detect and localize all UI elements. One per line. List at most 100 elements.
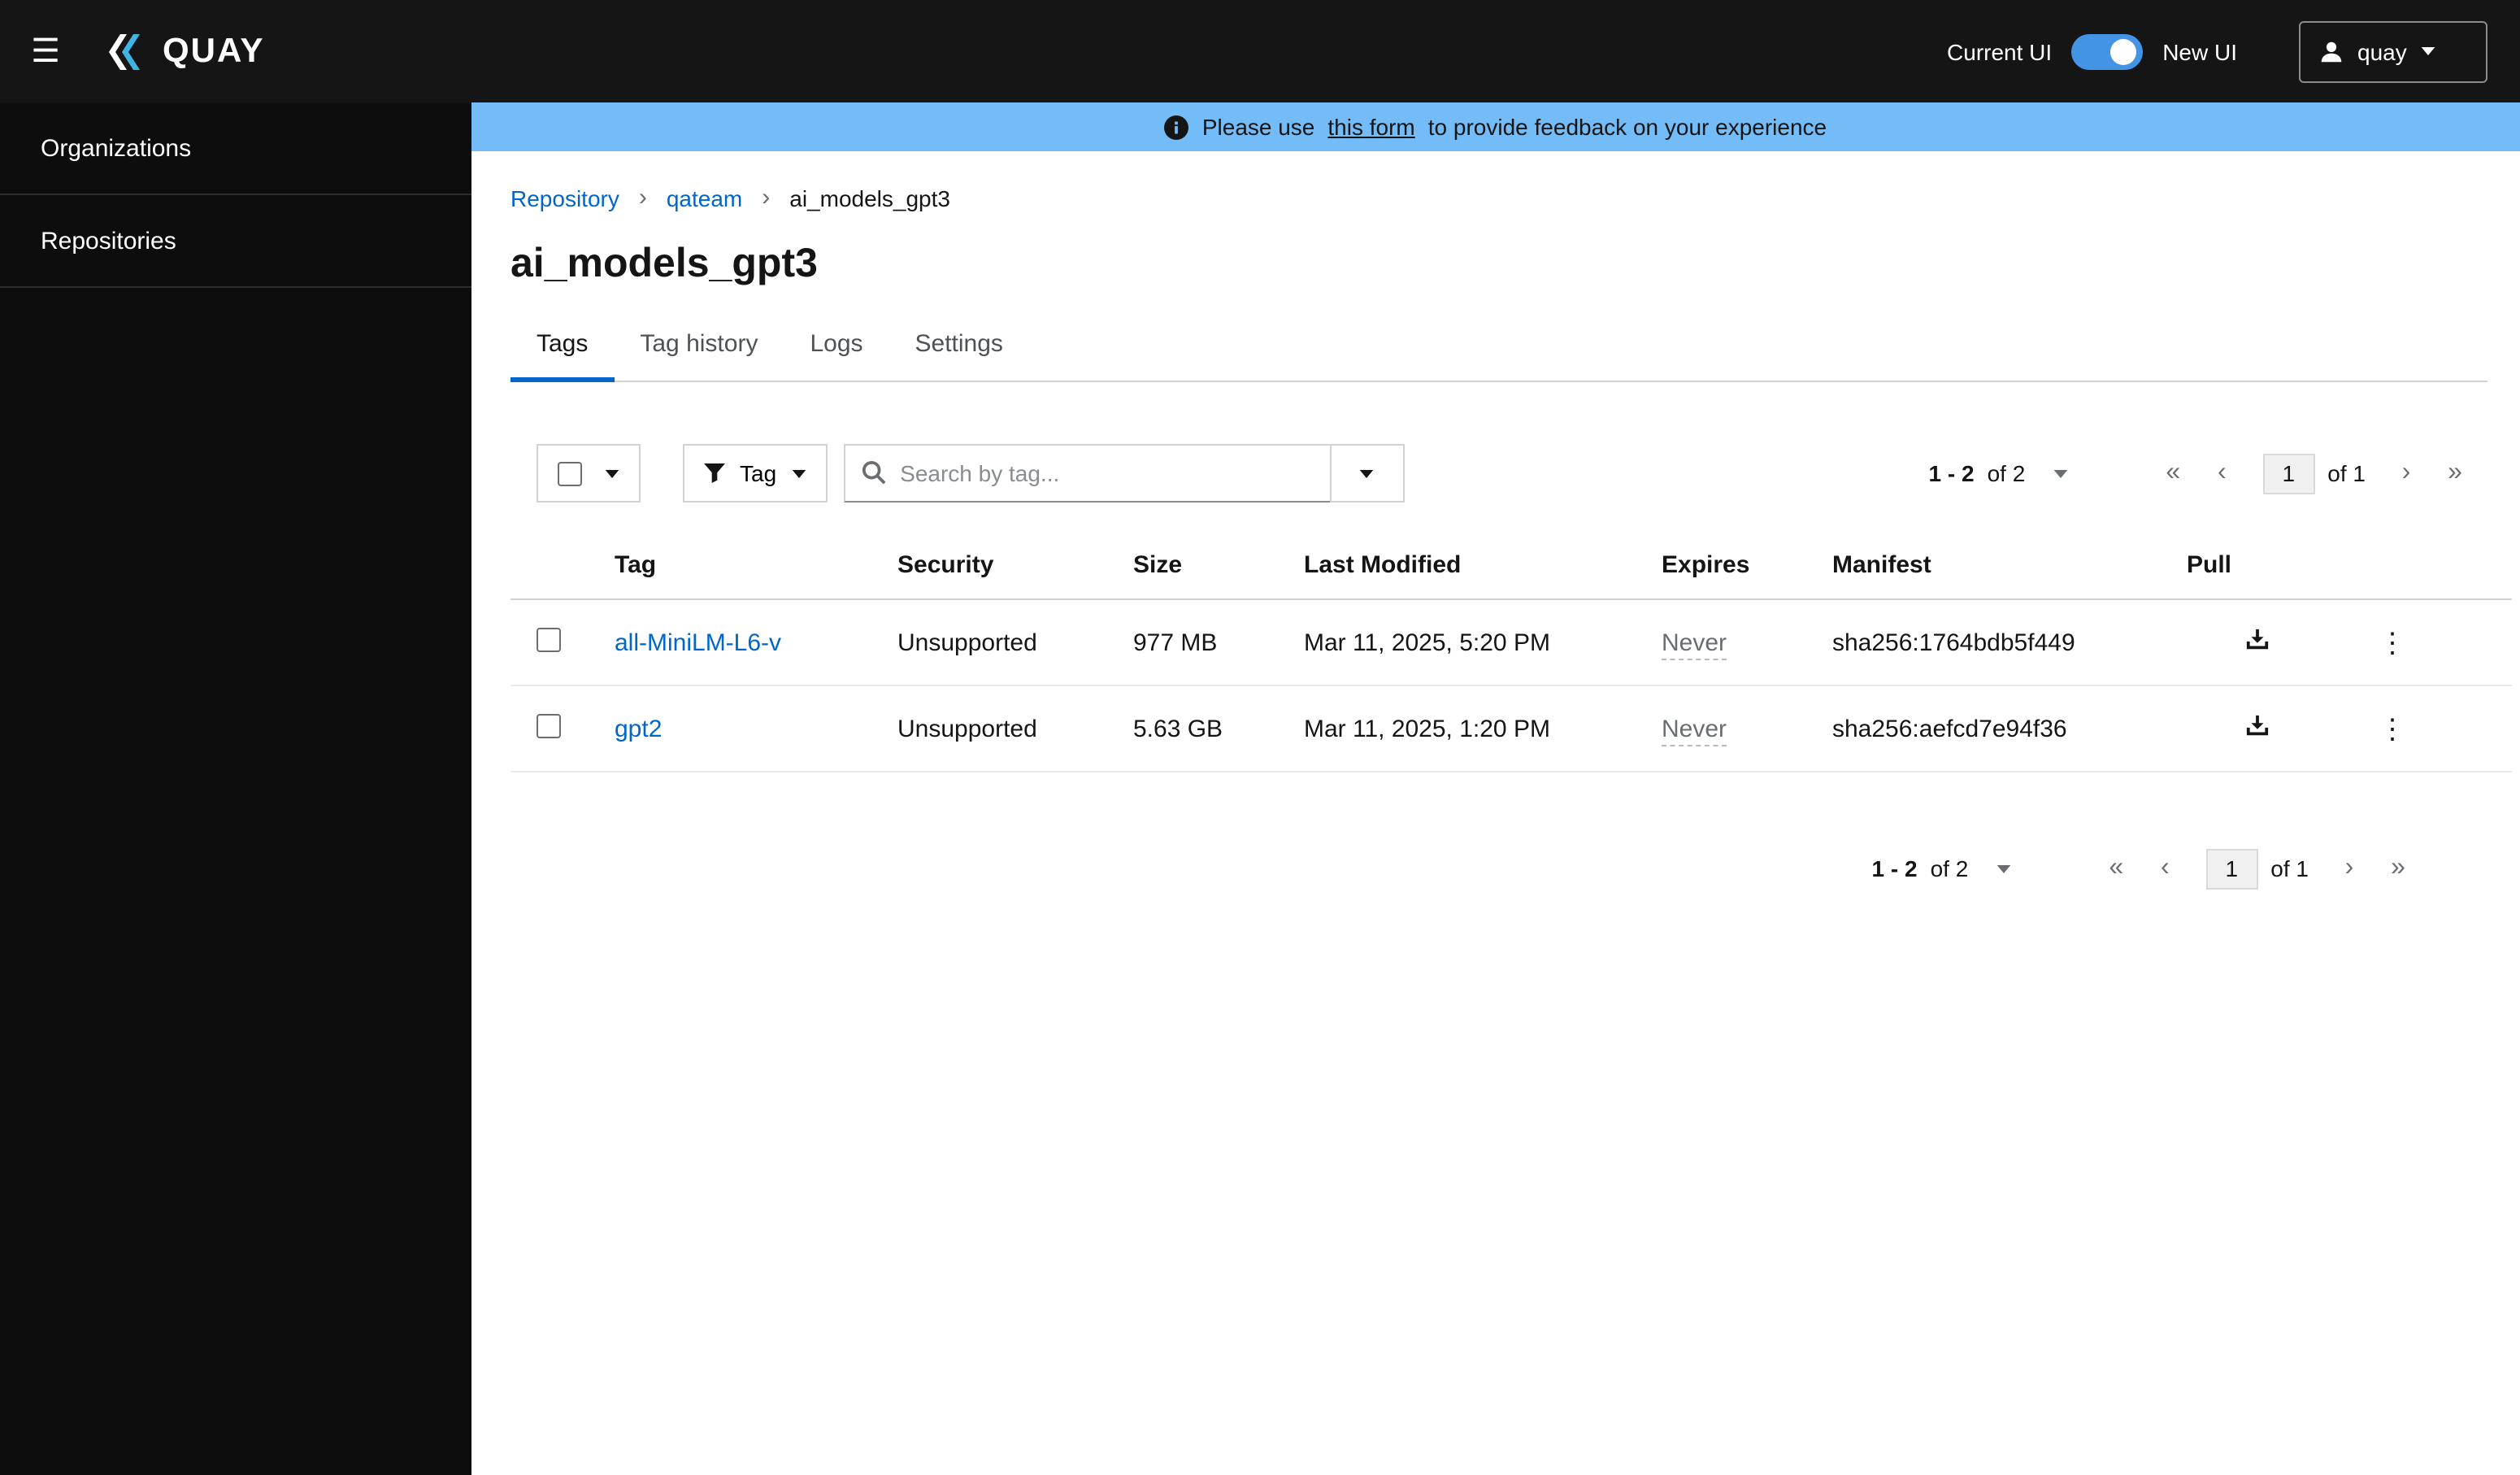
column-header-last-modified: Last Modified	[1278, 532, 1636, 600]
tab-tags[interactable]: Tags	[511, 324, 615, 382]
pagination-range: 1 - 2	[1928, 460, 1975, 486]
sidebar: Organizations Repositories	[0, 102, 471, 1475]
tab-tag-history[interactable]: Tag history	[614, 324, 784, 382]
column-header-actions	[2340, 532, 2512, 600]
expires-value[interactable]: Never	[1662, 715, 1727, 746]
page-count-label: of 1	[2327, 460, 2366, 486]
tag-link[interactable]: all-MiniLM-L6-v	[615, 629, 781, 656]
manifest-digest: sha256:1764bdb5f449	[1832, 629, 2075, 656]
feedback-form-link[interactable]: this form	[1327, 114, 1414, 140]
column-header-expires: Expires	[1636, 532, 1806, 600]
banner-text-prefix: Please use	[1201, 114, 1315, 140]
first-page-button[interactable]: «	[2092, 844, 2140, 893]
pagination-range-total: of 2	[1930, 855, 1969, 881]
new-ui-label: New UI	[2162, 38, 2237, 64]
column-header-manifest: Manifest	[1806, 532, 2161, 600]
row-checkbox[interactable]	[537, 713, 561, 738]
per-page-menu-toggle[interactable]: 1 - 2 of 2	[1862, 854, 2021, 883]
current-ui-label: Current UI	[1947, 38, 2053, 64]
caret-down-icon	[1359, 469, 1374, 477]
per-page-menu-toggle[interactable]: 1 - 2 of 2	[1919, 459, 2078, 488]
row-checkbox[interactable]	[537, 627, 561, 651]
app: ☰ QUAY Current UI New UI quay Organizati…	[0, 0, 2520, 1475]
expires-value[interactable]: Never	[1662, 629, 1727, 659]
table-row: gpt2 Unsupported 5.63 GB Mar 11, 2025, 1…	[511, 685, 2512, 772]
breadcrumb-separator-icon: ›	[762, 184, 771, 211]
sidebar-item-label: Repositories	[41, 227, 176, 255]
security-status: Unsupported	[897, 715, 1037, 742]
last-page-button[interactable]: »	[2431, 449, 2479, 498]
tab-logs[interactable]: Logs	[784, 324, 889, 382]
feedback-banner: Please use this form to provide feedback…	[471, 102, 2520, 151]
banner-text-suffix: to provide feedback on your experience	[1427, 114, 1827, 140]
tags-table: Tag Security Size Last Modified Expires …	[511, 532, 2512, 772]
column-header-tag: Tag	[589, 532, 871, 600]
page-nav: « ‹ of 1 › »	[2092, 844, 2422, 893]
previous-page-button[interactable]: ‹	[2140, 844, 2189, 893]
tag-link[interactable]: gpt2	[615, 715, 662, 742]
filter-type-dropdown[interactable]: Tag	[683, 444, 828, 503]
tag-size: 5.63 GB	[1133, 715, 1223, 742]
hamburger-menu-icon[interactable]: ☰	[0, 0, 91, 102]
row-actions-kebab-icon[interactable]: ⋮	[2366, 622, 2419, 663]
pull-download-button[interactable]	[2235, 621, 2279, 664]
toggle-knob	[2110, 38, 2137, 64]
quay-logo: QUAY	[104, 28, 265, 74]
filter-type-label: Tag	[740, 460, 777, 486]
sidebar-item-label: Organizations	[41, 134, 192, 162]
last-page-button[interactable]: »	[2374, 844, 2422, 893]
advanced-search-dropdown[interactable]	[1329, 444, 1405, 503]
current-page-input[interactable]	[2205, 848, 2258, 889]
main-content: Please use this form to provide feedback…	[471, 102, 2520, 1475]
user-menu-label: quay	[2357, 38, 2407, 64]
pull-download-button[interactable]	[2235, 707, 2279, 750]
page-nav: « ‹ of 1 › »	[2149, 449, 2479, 498]
search-icon	[862, 460, 885, 485]
bulk-select-checkbox[interactable]	[558, 461, 582, 485]
ui-toggle-group: Current UI New UI	[1947, 33, 2237, 69]
info-icon	[1164, 115, 1189, 139]
download-icon	[2245, 629, 2268, 650]
last-modified: Mar 11, 2025, 1:20 PM	[1304, 715, 1550, 742]
manifest-digest: sha256:aefcd7e94f36	[1832, 715, 2067, 742]
sidebar-item-organizations[interactable]: Organizations	[0, 102, 471, 195]
next-page-button[interactable]: ›	[2325, 844, 2374, 893]
search-input[interactable]	[843, 444, 1332, 503]
table-header-row: Tag Security Size Last Modified Expires …	[511, 532, 2512, 600]
tabs: Tags Tag history Logs Settings	[511, 324, 2487, 382]
first-page-button[interactable]: «	[2149, 449, 2197, 498]
user-icon	[2321, 41, 2342, 62]
breadcrumb-current: ai_models_gpt3	[789, 185, 950, 211]
column-header-security: Security	[871, 532, 1107, 600]
breadcrumb-qateam[interactable]: qateam	[667, 185, 742, 211]
breadcrumb-repository[interactable]: Repository	[511, 185, 619, 211]
search-group	[843, 444, 1405, 503]
column-header-pull: Pull	[2161, 532, 2340, 600]
last-modified: Mar 11, 2025, 5:20 PM	[1304, 629, 1550, 656]
caret-down-icon	[605, 469, 619, 477]
tab-settings[interactable]: Settings	[889, 324, 1029, 382]
pagination-range-total: of 2	[1987, 460, 2026, 486]
caret-down-icon	[791, 469, 806, 477]
pagination-bottom: 1 - 2 of 2 « ‹ of 1 › »	[511, 844, 2512, 893]
caret-down-icon	[1996, 864, 2010, 872]
tag-size: 977 MB	[1133, 629, 1218, 656]
caret-down-icon	[2053, 469, 2067, 477]
current-page-input[interactable]	[2262, 453, 2315, 494]
breadcrumb-separator-icon: ›	[638, 184, 647, 211]
page-title: ai_models_gpt3	[511, 241, 818, 286]
download-icon	[2245, 715, 2268, 736]
previous-page-button[interactable]: ‹	[2197, 449, 2246, 498]
ui-version-toggle[interactable]	[2071, 33, 2144, 69]
security-status: Unsupported	[897, 629, 1037, 656]
pagination-range: 1 - 2	[1871, 855, 1918, 881]
brand-name: QUAY	[163, 32, 265, 69]
page-count-label: of 1	[2270, 855, 2309, 881]
next-page-button[interactable]: ›	[2382, 449, 2431, 498]
column-header-size: Size	[1107, 532, 1278, 600]
user-menu-dropdown[interactable]: quay	[2299, 20, 2487, 82]
sidebar-item-repositories[interactable]: Repositories	[0, 195, 471, 288]
row-actions-kebab-icon[interactable]: ⋮	[2366, 708, 2419, 749]
caret-down-icon	[2422, 47, 2436, 55]
bulk-select-dropdown[interactable]	[537, 444, 641, 503]
